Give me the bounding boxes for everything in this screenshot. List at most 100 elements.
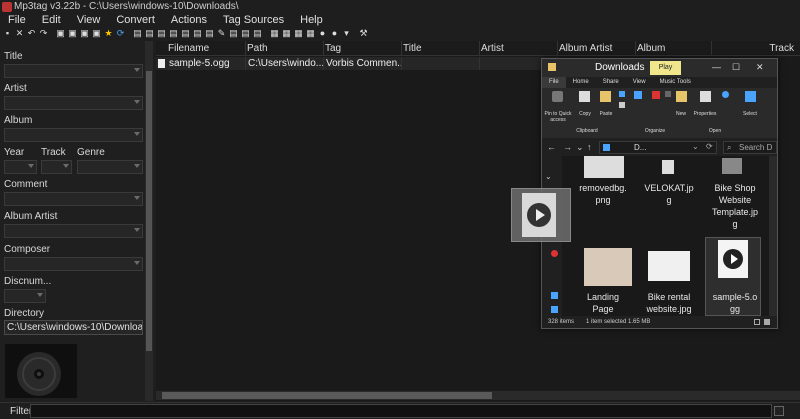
add-directory-icon[interactable]: ▣ — [67, 28, 78, 39]
change-directory-icon[interactable]: ▣ — [55, 28, 66, 39]
back-icon[interactable]: ← — [547, 142, 556, 152]
list-item[interactable]: sample-5.o gg — [704, 291, 766, 315]
cover-icon[interactable]: ▦ — [269, 28, 280, 39]
details-view-icon[interactable] — [754, 319, 760, 325]
rename-icon[interactable] — [665, 91, 671, 97]
album-cover[interactable] — [5, 344, 77, 398]
column-filename[interactable]: Filename — [156, 41, 246, 56]
file-list-scrollbar[interactable] — [156, 391, 800, 400]
tab-music-tools[interactable]: Music Tools — [653, 77, 698, 88]
list-item[interactable]: VELOKAT.jp g — [638, 182, 700, 206]
move-to-icon[interactable] — [634, 91, 642, 99]
autonumber-icon[interactable]: ▤ — [192, 28, 203, 39]
tag-tag-icon[interactable]: ▤ — [180, 28, 191, 39]
dropdown-icon[interactable]: ▾ — [341, 28, 352, 39]
new-folder-icon[interactable] — [676, 91, 687, 102]
filter-dropdown-icon[interactable] — [774, 406, 784, 416]
directory-field[interactable]: C:\Users\windows-10\Downloads — [4, 320, 143, 335]
column-tag[interactable]: Tag — [324, 41, 402, 56]
search-input[interactable]: ⌕ Search D — [723, 141, 777, 154]
open-folder-icon[interactable]: ▣ — [91, 28, 102, 39]
copy-path-icon[interactable] — [619, 102, 625, 108]
year-field[interactable] — [4, 160, 37, 174]
save-icon[interactable]: ▪ — [2, 28, 13, 39]
menu-file[interactable]: File — [0, 14, 34, 26]
comment-field[interactable] — [4, 192, 143, 206]
select-icon[interactable] — [745, 91, 756, 102]
options-icon[interactable]: ▦ — [305, 28, 316, 39]
forward-icon[interactable]: → — [563, 142, 572, 152]
tag-filename-icon[interactable]: ▤ — [132, 28, 143, 39]
chevron-down-icon[interactable]: ⌄ — [576, 142, 584, 153]
column-track[interactable]: Track — [712, 41, 800, 56]
pin-icon[interactable] — [552, 91, 563, 102]
column-album[interactable]: Album — [636, 41, 712, 56]
actions-icon[interactable]: ▤ — [204, 28, 215, 39]
menu-convert[interactable]: Convert — [108, 14, 163, 26]
copy-icon[interactable] — [579, 91, 590, 102]
play-tab[interactable]: Play — [650, 61, 681, 75]
tab-share[interactable]: Share — [596, 77, 626, 88]
paste-icon[interactable] — [600, 91, 611, 102]
tag-sources-icon[interactable]: ▤ — [228, 28, 239, 39]
column-path[interactable]: Path — [246, 41, 324, 56]
address-input[interactable]: D... ⌄ ⟳ — [599, 141, 717, 154]
export-icon[interactable]: ▤ — [252, 28, 263, 39]
extended-icon[interactable]: ▦ — [293, 28, 304, 39]
menu-help[interactable]: Help — [292, 14, 331, 26]
minimize-icon[interactable]: — — [712, 62, 721, 72]
disc-icon[interactable]: ● — [317, 28, 328, 39]
tab-home[interactable]: Home — [566, 77, 596, 88]
large-icons-view-icon[interactable] — [764, 319, 770, 325]
quick-actions-icon[interactable]: ✎ — [216, 28, 227, 39]
list-item[interactable]: Landing Page — [572, 291, 634, 315]
refresh-icon[interactable]: ⟳ — [706, 141, 713, 152]
playlist-icon[interactable]: ▤ — [240, 28, 251, 39]
wrench-icon[interactable]: ⚒ — [358, 28, 369, 39]
tag-panel-scrollbar[interactable] — [145, 41, 153, 401]
maximize-icon[interactable]: ☐ — [732, 62, 740, 73]
chevron-down-icon[interactable]: ⌄ — [545, 172, 552, 181]
star-icon[interactable]: ★ — [103, 28, 114, 39]
album-field[interactable] — [4, 128, 143, 142]
column-title[interactable]: Title — [402, 41, 480, 56]
menu-edit[interactable]: Edit — [34, 14, 69, 26]
discnumber-field[interactable] — [4, 289, 46, 303]
list-icon[interactable]: ▦ — [281, 28, 292, 39]
explorer-scrollbar[interactable] — [769, 156, 777, 316]
nav-item-icon[interactable] — [551, 306, 558, 313]
filename-filename-icon[interactable]: ▤ — [156, 28, 167, 39]
genre-field[interactable] — [77, 160, 143, 174]
chevron-down-icon[interactable]: ⌄ — [692, 141, 699, 152]
list-item[interactable]: Bike rental website.jpg — [638, 291, 700, 315]
filter-input[interactable] — [30, 404, 772, 418]
title-field[interactable] — [4, 64, 143, 78]
menu-actions[interactable]: Actions — [163, 14, 215, 26]
list-item[interactable]: removedbg. png — [572, 182, 634, 206]
list-item[interactable]: Bike Shop Website Template.jp g — [704, 182, 766, 230]
redo-icon[interactable]: ↷ — [38, 28, 49, 39]
cut-icon[interactable] — [619, 91, 625, 97]
undo-icon[interactable]: ↶ — [26, 28, 37, 39]
text-tag-icon[interactable]: ▤ — [168, 28, 179, 39]
open-icon[interactable] — [722, 91, 729, 98]
track-field[interactable] — [41, 160, 72, 174]
album-artist-field[interactable] — [4, 224, 143, 238]
close-icon[interactable]: ✕ — [756, 62, 764, 73]
tab-view[interactable]: View — [626, 77, 653, 88]
filename-tag-icon[interactable]: ▤ — [144, 28, 155, 39]
artist-field[interactable] — [4, 96, 143, 110]
favorite-icon[interactable]: ▣ — [79, 28, 90, 39]
column-album-artist[interactable]: Album Artist — [558, 41, 636, 56]
column-artist[interactable]: Artist — [480, 41, 558, 56]
menu-view[interactable]: View — [69, 14, 109, 26]
tab-file[interactable]: File — [542, 77, 566, 88]
composer-field[interactable] — [4, 257, 143, 271]
table-row[interactable]: sample-5.ogg C:\Users\windo... Vorbis Co… — [156, 57, 558, 70]
delete-icon[interactable] — [652, 91, 660, 99]
nav-item-icon[interactable] — [551, 250, 558, 257]
properties-icon[interactable] — [700, 91, 711, 102]
up-icon[interactable]: ↑ — [587, 142, 592, 152]
nav-item-icon[interactable] — [551, 292, 558, 299]
remove-tag-icon[interactable]: ✕ — [14, 28, 25, 39]
